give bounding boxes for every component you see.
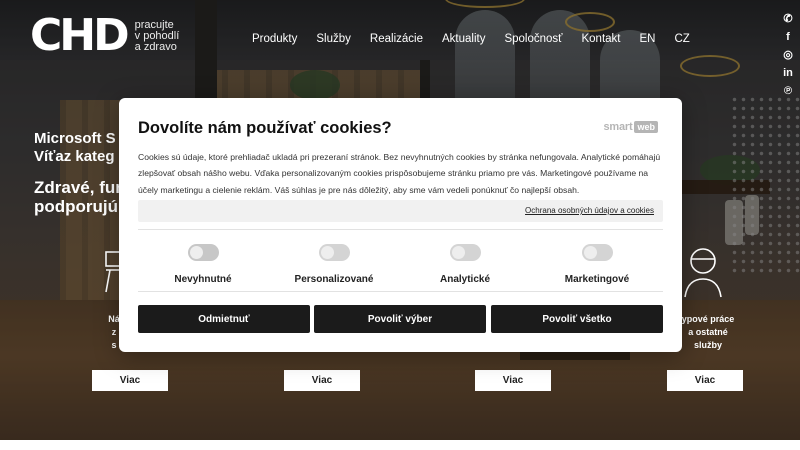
privacy-policy-link[interactable]: Ochrana osobných údajov a cookies [525, 206, 654, 215]
cookie-consent-dialog: Dovolíte nám používať cookies? smart web… [119, 98, 682, 352]
analytics-toggle[interactable] [449, 244, 481, 261]
viac-button-1[interactable]: Viac [92, 370, 168, 391]
main-nav: Produkty Služby Realizácie Aktuality Spo… [252, 33, 709, 45]
divider [138, 291, 663, 292]
nav-sluzby[interactable]: Služby [316, 33, 351, 45]
nav-kontakt[interactable]: Kontakt [581, 33, 620, 45]
toggle-necessary: Nevyhnutné [138, 244, 268, 285]
toggle-marketing: Marketingové [532, 244, 662, 285]
viac-button-3[interactable]: Viac [475, 370, 551, 391]
facebook-icon[interactable]: f [786, 32, 790, 43]
page-bottom-strip [0, 440, 800, 450]
nav-produkty[interactable]: Produkty [252, 33, 297, 45]
nav-lang-en[interactable]: EN [639, 33, 655, 45]
personalized-toggle[interactable] [318, 244, 350, 261]
allow-all-button[interactable]: Povoliť všetko [491, 305, 663, 333]
linkedin-icon[interactable]: in [783, 68, 793, 79]
nav-realizacie[interactable]: Realizácie [370, 33, 423, 45]
instagram-icon[interactable]: ◎ [783, 50, 793, 61]
site-logo[interactable]: CHD pracujte v pohodlí a zdravo [30, 14, 205, 58]
divider [138, 229, 663, 230]
privacy-link-bar: Ochrana osobných údajov a cookies [138, 200, 663, 222]
toggle-analytics: Analytické [400, 244, 530, 285]
logo-mark: CHD [30, 10, 130, 61]
nav-spolocnost[interactable]: Spoločnosť [504, 33, 562, 45]
worker-icon [683, 245, 723, 304]
cookie-description: Cookies sú údaje, ktoré prehliadač uklad… [138, 152, 661, 195]
reject-button[interactable]: Odmietnuť [138, 305, 310, 333]
phone-icon[interactable]: ✆ [783, 14, 792, 25]
allow-selection-button[interactable]: Povoliť výber [314, 305, 486, 333]
necessary-toggle [187, 244, 219, 261]
social-bar: ✆ f ◎ in ℗ [781, 14, 795, 97]
viac-button-4[interactable]: Viac [667, 370, 743, 391]
service-label-4: ypové práce a ostatné služby [681, 314, 735, 350]
toggle-personalized: Personalizované [269, 244, 399, 285]
nav-lang-cz[interactable]: CZ [674, 33, 689, 45]
logo-tagline: pracujte v pohodlí a zdravo [134, 18, 180, 53]
nav-aktuality[interactable]: Aktuality [442, 33, 485, 45]
viac-button-2[interactable]: Viac [284, 370, 360, 391]
hero-subheadline: Zdravé, fun podporujú [34, 178, 126, 216]
pinterest-icon[interactable]: ℗ [784, 86, 792, 97]
marketing-toggle[interactable] [581, 244, 613, 261]
hero-headline: Microsoft S Víťaz kateg [34, 130, 116, 165]
smartweb-logo: smart web [604, 121, 658, 133]
cookie-dialog-title: Dovolíte nám používať cookies? [138, 119, 392, 137]
